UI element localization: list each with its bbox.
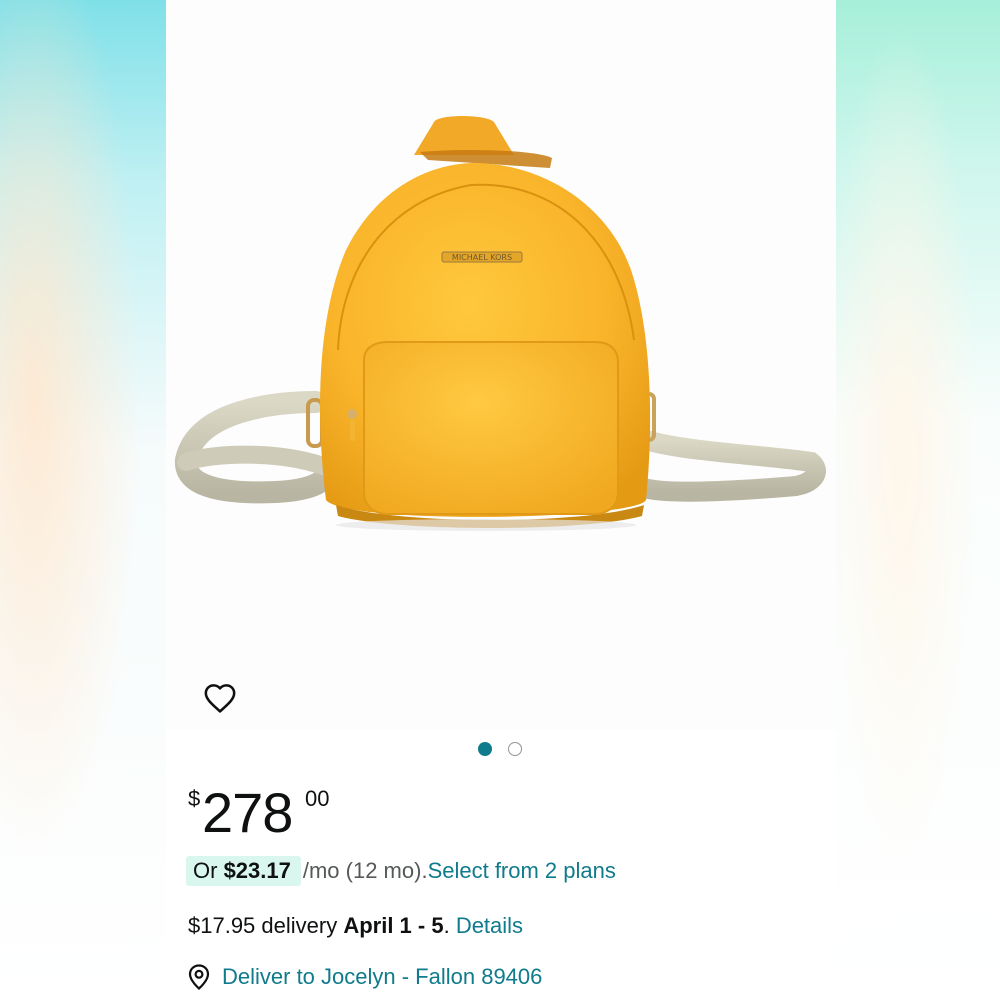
installment-prefix: Or bbox=[193, 858, 224, 883]
heart-outline-icon bbox=[204, 684, 236, 713]
installment-offer: Or $23.17 /mo (12 mo). Select from 2 pla… bbox=[186, 856, 616, 886]
delivery-fee: $17.95 delivery bbox=[188, 913, 344, 938]
product-card: MICHAEL KORS $ 278 00 Or $23.17 /mo (12 … bbox=[166, 0, 836, 1000]
wishlist-button[interactable] bbox=[202, 680, 238, 716]
product-image-carousel[interactable]: MICHAEL KORS bbox=[166, 0, 836, 730]
carousel-indicator bbox=[478, 742, 522, 756]
carousel-dot-2[interactable] bbox=[508, 742, 522, 756]
installment-highlight: Or $23.17 bbox=[186, 856, 301, 886]
delivery-details-link[interactable]: Details bbox=[456, 913, 523, 938]
delivery-dates: April 1 - 5 bbox=[343, 913, 444, 938]
price-whole: 278 bbox=[202, 781, 293, 844]
deliver-to-location[interactable]: Deliver to Jocelyn - Fallon 89406 bbox=[188, 964, 542, 990]
delivery-period: . bbox=[443, 913, 456, 938]
select-plans-link[interactable]: Select from 2 plans bbox=[428, 858, 616, 884]
price-fraction: 00 bbox=[305, 786, 330, 811]
installment-terms: /mo (12 mo). bbox=[302, 858, 428, 883]
background-right bbox=[835, 0, 1000, 1000]
background-left bbox=[0, 0, 170, 1000]
price-currency: $ bbox=[188, 786, 201, 811]
carousel-dot-1[interactable] bbox=[478, 742, 492, 756]
deliver-to-text[interactable]: Deliver to Jocelyn - Fallon 89406 bbox=[222, 964, 542, 990]
installment-amount: $23.17 bbox=[223, 858, 291, 883]
product-image[interactable]: MICHAEL KORS bbox=[166, 0, 836, 730]
location-pin-icon bbox=[188, 964, 210, 990]
delivery-info: $17.95 delivery April 1 - 5. Details bbox=[188, 913, 523, 939]
brand-plaque-text: MICHAEL KORS bbox=[452, 253, 512, 262]
